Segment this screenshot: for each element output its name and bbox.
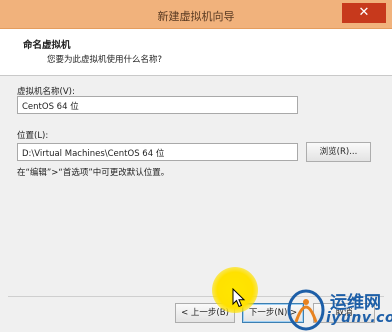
page-subtitle: 您要为此虚拟机使用什么名称?	[47, 55, 163, 65]
location-label: 位置(L):	[17, 131, 49, 141]
browse-button[interactable]: 浏览(R)...	[306, 142, 371, 162]
close-icon: ✕	[358, 5, 370, 20]
title-bar: 新建虚拟机向导 ✕	[0, 0, 392, 29]
mouse-pointer-icon	[232, 288, 246, 308]
window-title: 新建虚拟机向导	[157, 10, 235, 23]
location-input[interactable]: D:\Virtual Machines\CentOS 64 位	[17, 143, 298, 161]
watermark: 运维网 iyunv.com	[286, 282, 392, 332]
close-button[interactable]: ✕	[342, 3, 386, 23]
watermark-text-domain: iyunv.com	[326, 310, 392, 326]
location-hint: 在“编辑”>“首选项”中可更改默认位置。	[17, 168, 170, 178]
watermark-logo-icon	[287, 289, 325, 331]
wizard-header: 命名虚拟机 您要为此虚拟机使用什么名称?	[0, 29, 392, 76]
wizard-content: 虚拟机名称(V): CentOS 64 位 位置(L): D:\Virtual …	[0, 76, 392, 296]
page-title: 命名虚拟机	[23, 40, 71, 51]
vm-name-input[interactable]: CentOS 64 位	[17, 96, 298, 114]
